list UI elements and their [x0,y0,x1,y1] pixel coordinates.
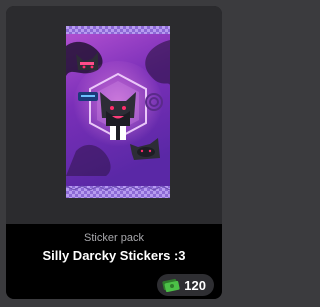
pack-type-label: Sticker pack [84,232,144,244]
pack-art-area [6,6,222,224]
money-icon [162,278,180,292]
pack-title: Silly Darcky Stickers :3 [42,248,186,263]
price-value: 120 [184,277,206,293]
sticker-pack-card[interactable]: Sticker pack Silly Darcky Stickers :3 12… [6,6,222,299]
pack-info: Sticker pack Silly Darcky Stickers :3 12… [6,224,222,299]
sticker-pack-image [66,26,170,198]
price-button[interactable]: 120 [157,274,214,296]
